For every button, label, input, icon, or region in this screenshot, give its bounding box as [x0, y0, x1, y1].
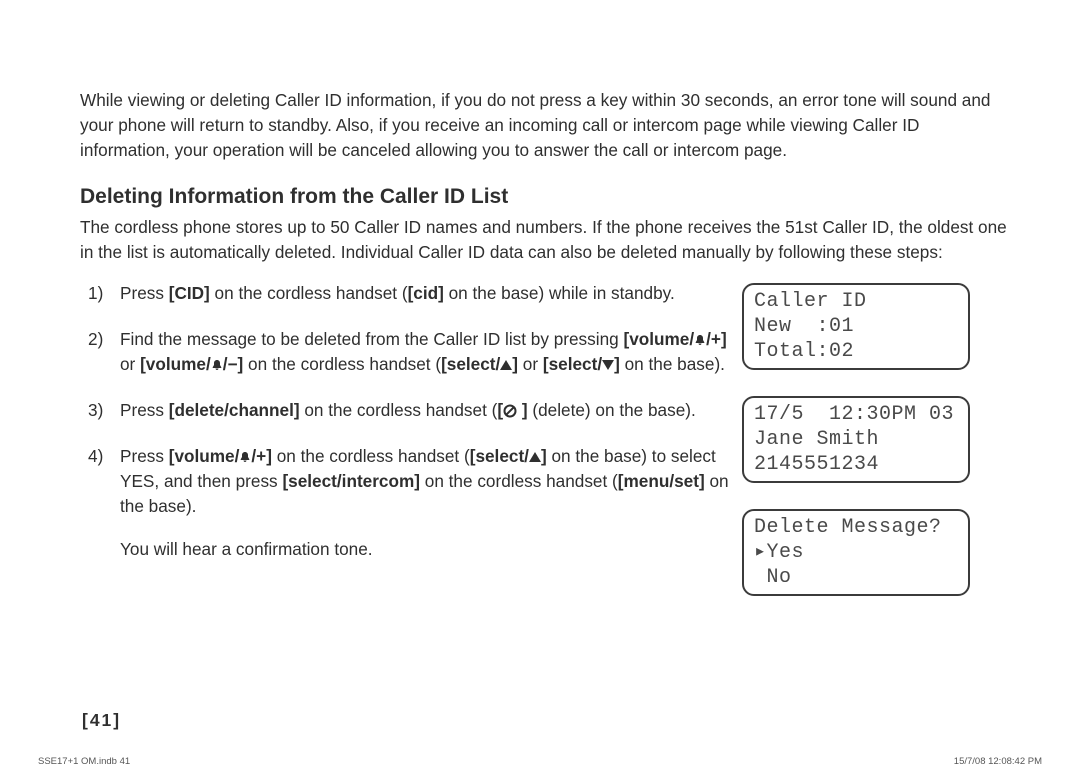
lcd3-line2: ▸Yes	[754, 540, 958, 565]
lcd1-line2: New :01	[754, 314, 958, 339]
lcd2-line2: Jane Smith	[754, 427, 958, 452]
lcd3-line1: Delete Message?	[754, 515, 958, 540]
confirmation-note: You will hear a confirmation tone.	[120, 539, 373, 559]
lcd-caller-id-entry: 17/5 12:30PM 03 Jane Smith 2145551234	[742, 396, 970, 483]
page-number: [41]	[82, 710, 121, 731]
step-3: Press [delete/channel] on the cordless h…	[120, 398, 730, 423]
triangle-up-icon	[529, 452, 541, 462]
delete-slash-icon	[503, 404, 517, 418]
intro-paragraph: While viewing or deleting Caller ID info…	[80, 88, 1008, 163]
bell-icon	[239, 451, 251, 463]
bell-icon	[694, 334, 706, 346]
lcd3-line3: No	[754, 565, 958, 590]
section-heading: Deleting Information from the Caller ID …	[80, 185, 1008, 209]
bell-icon	[211, 359, 223, 371]
lcd1-line3: Total:02	[754, 339, 958, 364]
lcd-delete-prompt: Delete Message? ▸Yes No	[742, 509, 970, 596]
footer-filename: SSE17+1 OM.indb 41	[38, 756, 130, 767]
triangle-down-icon	[602, 360, 614, 370]
footer-timestamp: 15/7/08 12:08:42 PM	[954, 756, 1042, 767]
section-description: The cordless phone stores up to 50 Calle…	[80, 215, 1008, 265]
triangle-up-icon	[500, 360, 512, 370]
lcd2-line3: 2145551234	[754, 452, 958, 477]
step-1: Press [CID] on the cordless handset ([ci…	[120, 281, 730, 306]
step-4: Press [volume//+] on the cordless handse…	[120, 444, 730, 562]
lcd-caller-id-summary: Caller ID New :01 Total:02	[742, 283, 970, 370]
lcd2-line1: 17/5 12:30PM 03	[754, 402, 958, 427]
step-2: Find the message to be deleted from the …	[120, 327, 730, 377]
lcd1-line1: Caller ID	[754, 289, 958, 314]
